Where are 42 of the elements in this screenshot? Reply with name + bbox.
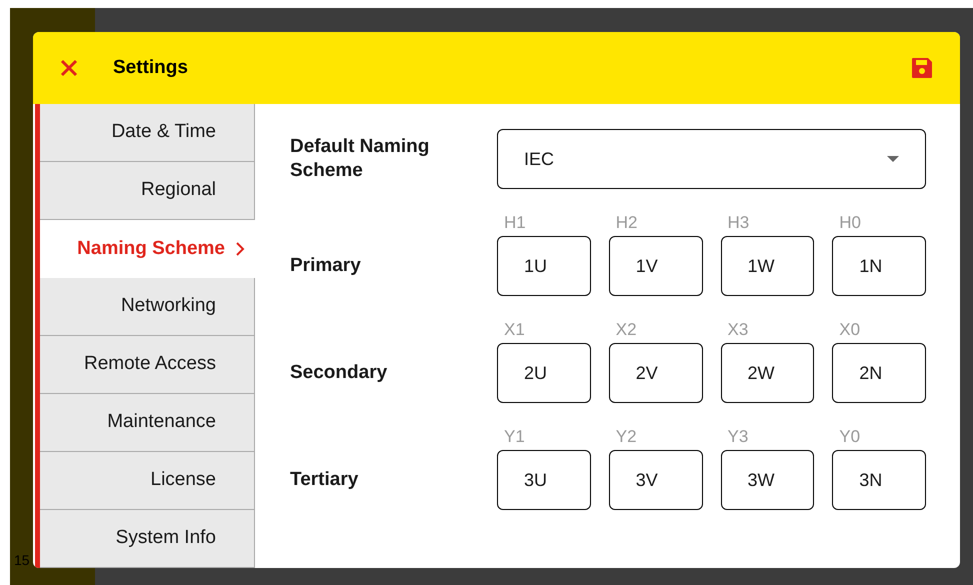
row-label: Secondary bbox=[290, 360, 388, 385]
field-label: Default Naming Scheme bbox=[290, 135, 430, 183]
sidebar-tab[interactable]: System Info bbox=[40, 510, 255, 568]
field-caption: H3 bbox=[726, 212, 750, 234]
row-label: Tertiary bbox=[290, 468, 360, 492]
phase-input[interactable]: 1N bbox=[832, 236, 926, 296]
sidebar-tab[interactable]: Date & Time bbox=[40, 104, 255, 162]
close-icon bbox=[59, 58, 79, 78]
background-text: 15 bbox=[14, 551, 31, 570]
save-icon bbox=[910, 56, 934, 80]
row-label: Primary bbox=[290, 254, 362, 278]
phase-input[interactable]: 2N bbox=[832, 343, 926, 403]
field-caption: H0 bbox=[838, 212, 862, 234]
field-caption: X0 bbox=[838, 319, 862, 341]
sidebar-tab[interactable]: Remote Access bbox=[40, 336, 255, 394]
phase-input[interactable]: 3W bbox=[720, 450, 814, 510]
field-caption: H2 bbox=[614, 212, 638, 234]
phase-input[interactable]: 3N bbox=[832, 450, 926, 510]
field-caption: X1 bbox=[503, 319, 526, 341]
phase-input[interactable]: 3U bbox=[497, 450, 591, 510]
field-caption: X2 bbox=[614, 319, 638, 341]
field-caption: Y1 bbox=[503, 426, 526, 448]
phase-input[interactable]: 1W bbox=[720, 236, 814, 296]
chevron-right-icon bbox=[235, 242, 245, 256]
sidebar-tab[interactable]: Networking bbox=[40, 278, 255, 336]
phase-input[interactable]: 2U bbox=[497, 343, 591, 403]
dialog-title: Settings bbox=[113, 56, 188, 80]
phase-input[interactable]: 1V bbox=[608, 236, 702, 296]
sidebar-tab[interactable]: Regional bbox=[40, 162, 255, 220]
phase-input[interactable]: 1U bbox=[497, 236, 591, 296]
caret-down-icon bbox=[887, 156, 899, 162]
phase-input[interactable]: 3V bbox=[608, 450, 702, 510]
field-caption: H1 bbox=[503, 212, 527, 234]
field-caption: Y0 bbox=[838, 426, 862, 448]
field-caption: Y3 bbox=[726, 426, 750, 448]
field-caption: Y2 bbox=[614, 426, 638, 448]
phase-input[interactable]: 2V bbox=[608, 343, 702, 403]
sidebar-tab[interactable]: License bbox=[40, 452, 255, 510]
sidebar-tab[interactable]: Maintenance bbox=[40, 394, 255, 452]
field-caption: X3 bbox=[726, 319, 750, 341]
scheme-dropdown[interactable]: IEC bbox=[497, 129, 926, 189]
phase-input[interactable]: 2W bbox=[720, 343, 814, 403]
